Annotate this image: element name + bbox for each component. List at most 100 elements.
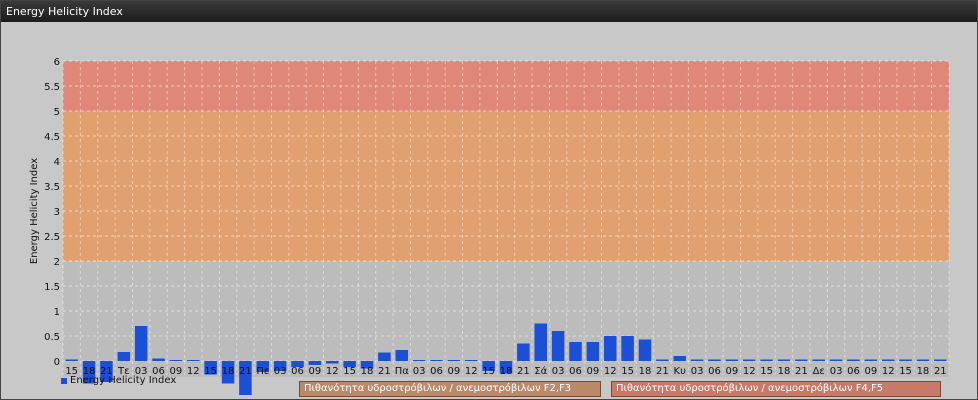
x-tick-label: 15 (621, 366, 634, 377)
legend-label: Energy Helicity Index (70, 375, 177, 386)
x-tick-label: Σά (534, 365, 547, 377)
y-tick-label: 4.5 (44, 132, 60, 143)
x-tick-label: 15 (482, 366, 495, 377)
x-tick-label: 06 (847, 366, 860, 377)
x-tick-label: 18 (500, 366, 513, 377)
x-tick-label: 18 (917, 366, 930, 377)
bar (412, 360, 426, 361)
bar (829, 359, 843, 361)
bar (447, 360, 461, 361)
bar (395, 350, 409, 361)
x-tick-label: 03 (552, 366, 565, 377)
x-tick-label: 09 (448, 366, 461, 377)
bar (517, 343, 530, 361)
x-tick-label: 18 (361, 366, 374, 377)
band-label-f4f5: Πιθανότητα υδροστρόβιλων / ανεμοστρόβιλω… (611, 381, 941, 397)
bar (308, 361, 322, 365)
bar (603, 336, 617, 361)
x-tick-label: 06 (291, 366, 304, 377)
bar (586, 342, 600, 361)
y-tick-label: 1 (54, 307, 60, 318)
x-tick-label: Πα (395, 366, 410, 377)
x-tick-label: 12 (604, 366, 617, 377)
x-tick-label: Πε (256, 366, 269, 377)
bar (673, 356, 686, 361)
x-tick-label: 06 (569, 366, 582, 377)
x-tick-label: 21 (795, 366, 808, 377)
bar (569, 342, 582, 361)
legend-swatch-icon (61, 377, 67, 384)
x-tick-label: 03 (830, 366, 843, 377)
x-tick-label: 12 (187, 366, 200, 377)
x-tick-label: 18 (778, 366, 791, 377)
energy-helicity-chart: 0 0.5 1 1.5 2 2.5 3 3.5 4 4.5 5 5.5 6 Energy Helicity… (29, 57, 950, 395)
bar (812, 359, 825, 361)
bar (326, 361, 339, 364)
band-label-f2f3: Πιθανότητα υδροστρόβιλων / ανεμοστρόβιλω… (299, 381, 601, 397)
x-tick-label: 15 (343, 366, 356, 377)
x-tick-label: 09 (309, 366, 322, 377)
x-tick-label: 03 (691, 366, 704, 377)
bar (169, 360, 183, 361)
y-tick-label: 5.5 (44, 82, 60, 93)
x-tick-label: 21 (378, 366, 391, 377)
x-tick-label: Κυ (674, 366, 687, 377)
x-tick-label: 18 (639, 366, 652, 377)
x-tick-label: 15 (760, 366, 773, 377)
bar (65, 359, 78, 361)
y-tick-label: 0.5 (44, 332, 60, 343)
x-tick-label: Δε (813, 366, 825, 377)
x-tick-label: 12 (882, 366, 895, 377)
y-axis-label: Energy Helicity Index (29, 158, 40, 264)
x-tick-label: 12 (326, 366, 339, 377)
bar (430, 360, 443, 361)
bar (638, 339, 652, 361)
x-tick-label: 18 (222, 366, 235, 377)
x-tick-label: 06 (430, 366, 443, 377)
x-tick-label: 09 (725, 366, 738, 377)
bar (795, 359, 808, 361)
bar (465, 360, 478, 361)
bar (777, 359, 791, 361)
y-tick-label: 2.5 (44, 232, 60, 243)
x-tick-label: 03 (413, 366, 426, 377)
bar (551, 331, 565, 361)
chart-area: 0 0.5 1 1.5 2 2.5 3 3.5 4 4.5 5 5.5 6 Energy Helicity… (2, 23, 977, 399)
bar (742, 359, 756, 361)
bar (134, 326, 148, 361)
y-tick-label: 0 (54, 357, 60, 368)
y-tick-label: 3 (54, 207, 60, 218)
legend: Energy Helicity Index (61, 375, 176, 386)
bar (916, 359, 930, 361)
y-tick-label: 1.5 (44, 282, 60, 293)
bar (725, 359, 739, 361)
x-tick-label: 03 (274, 366, 287, 377)
bar (899, 359, 912, 361)
x-tick-label: 09 (586, 366, 599, 377)
bar (187, 360, 200, 361)
y-tick-label: 5 (54, 107, 60, 118)
bar (117, 352, 131, 361)
bar (760, 359, 773, 361)
bar (864, 359, 878, 361)
bar (534, 323, 547, 361)
chart-window: Energy Helicity Index 0 0.5 1 1.5 2 2.5 3 3.5 4 4… (0, 0, 978, 400)
x-tick-label: 09 (864, 366, 877, 377)
window-title: Energy Helicity Index (1, 1, 977, 22)
x-tick-label: 12 (465, 366, 478, 377)
x-tick-label: 21 (517, 366, 530, 377)
y-tick-label: 2 (54, 257, 60, 268)
bar (656, 359, 669, 361)
x-tick-label: 06 (708, 366, 721, 377)
y-tick-label: 4 (54, 157, 60, 168)
bar (690, 359, 704, 361)
bar (934, 359, 947, 361)
x-tick-label: 21 (934, 366, 947, 377)
x-tick-label: 15 (899, 366, 912, 377)
bar (847, 359, 860, 361)
bar (708, 359, 721, 361)
y-tick-label: 3.5 (44, 182, 60, 193)
x-tick-label: 15 (204, 366, 217, 377)
x-tick-label: 21 (656, 366, 669, 377)
x-tick-label: 21 (239, 366, 252, 377)
